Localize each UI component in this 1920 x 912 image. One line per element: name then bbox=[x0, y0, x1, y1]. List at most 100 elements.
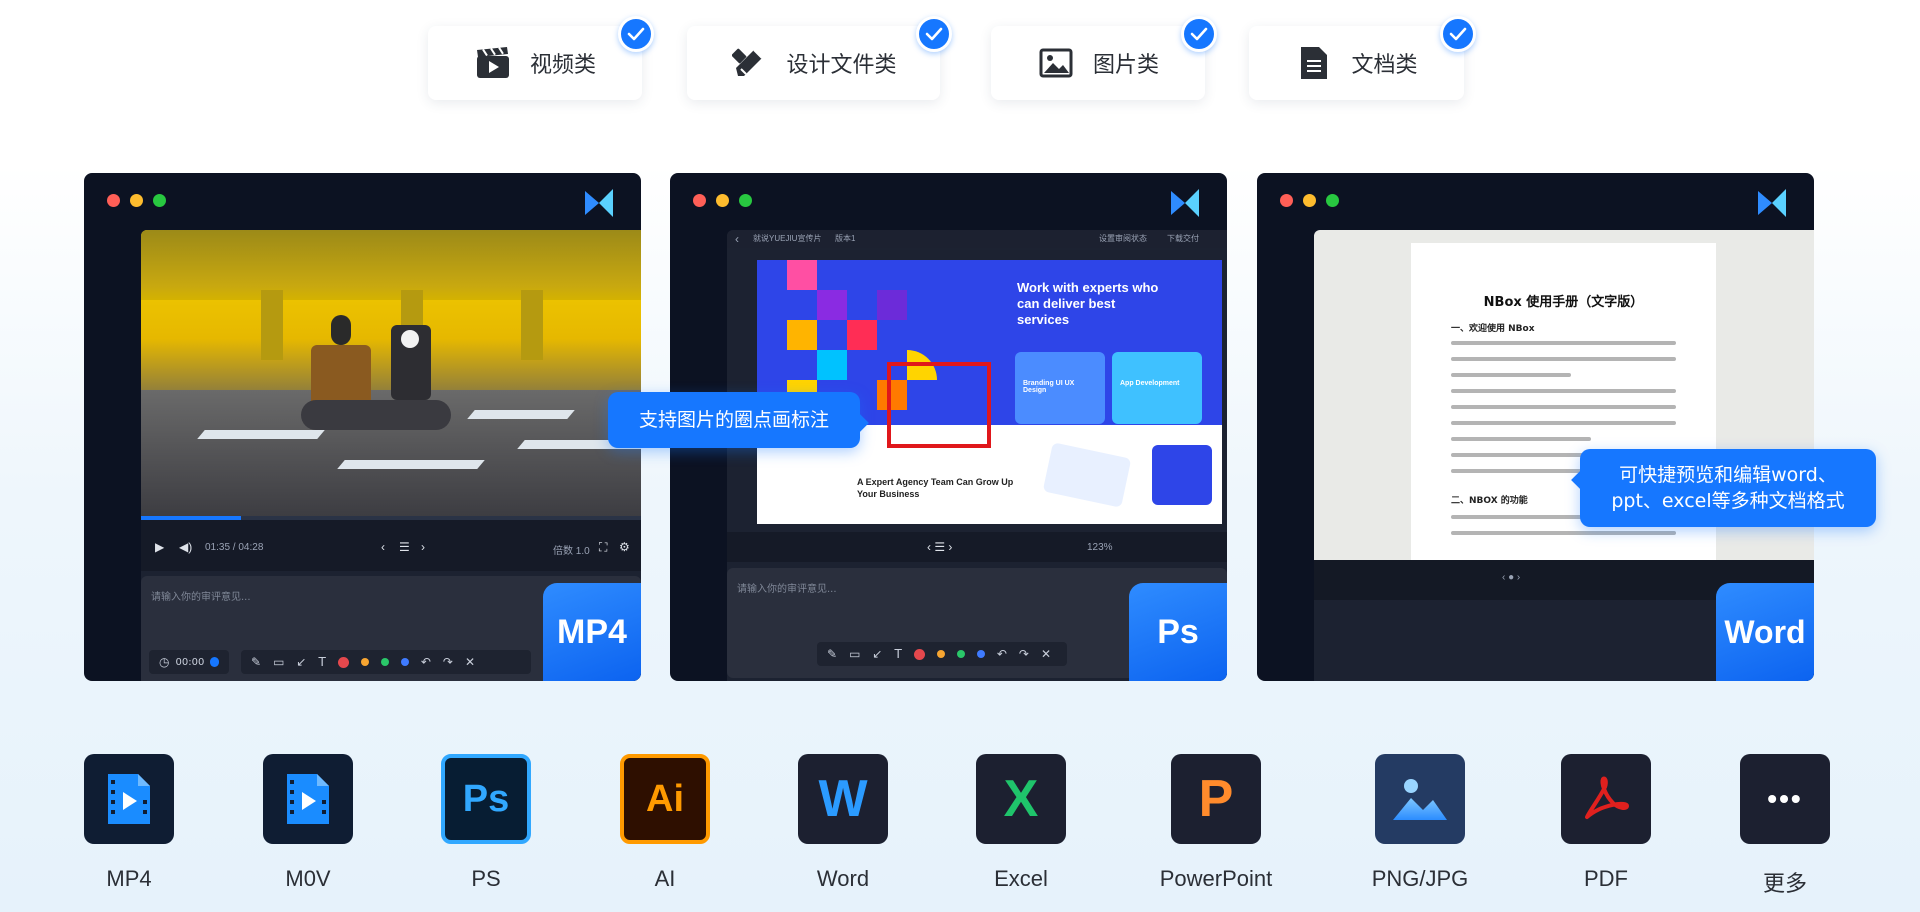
arrow-icon[interactable]: ↙ bbox=[872, 647, 882, 661]
tab-design-files[interactable]: 设计文件类 bbox=[687, 16, 952, 100]
app-logo-icon bbox=[1171, 189, 1199, 217]
mov-file-icon bbox=[263, 754, 353, 844]
undo-icon[interactable]: ↶ bbox=[997, 647, 1007, 661]
color-red[interactable] bbox=[337, 656, 349, 668]
window-controls bbox=[1280, 194, 1339, 207]
format-excel[interactable]: X Excel bbox=[961, 754, 1081, 892]
tab-label: 设计文件类 bbox=[786, 53, 897, 78]
design-heading: Work with experts who can deliver best s… bbox=[1017, 280, 1159, 327]
pen-icon[interactable]: ✎ bbox=[251, 655, 261, 669]
redo-icon[interactable]: ↷ bbox=[443, 655, 453, 669]
window-controls bbox=[693, 194, 752, 207]
comment-input[interactable]: 请输入你的审评意见... bbox=[151, 588, 251, 603]
download-button[interactable]: 下载交付 bbox=[1167, 233, 1199, 244]
more-icon: ••• bbox=[1740, 754, 1830, 844]
maximize-dot[interactable] bbox=[1326, 194, 1339, 207]
format-ai[interactable]: Ai AI bbox=[605, 754, 725, 892]
annotation-rectangle[interactable] bbox=[887, 362, 991, 448]
clock-icon: ◷ bbox=[159, 655, 170, 669]
color-orange[interactable] bbox=[936, 650, 945, 658]
maximize-dot[interactable] bbox=[739, 194, 752, 207]
prev-icon[interactable]: ‹ bbox=[381, 540, 385, 554]
volume-icon[interactable]: ◀) bbox=[179, 540, 192, 554]
color-blue[interactable] bbox=[976, 650, 985, 658]
checkmark-icon bbox=[1440, 16, 1476, 52]
timestamp-toggle[interactable]: ◷ 00:00 bbox=[149, 650, 229, 674]
play-icon[interactable]: ▶ bbox=[155, 540, 164, 554]
clapperboard-icon bbox=[474, 44, 512, 82]
close-dot[interactable] bbox=[693, 194, 706, 207]
tab-documents[interactable]: 文档类 bbox=[1249, 16, 1476, 100]
image-file-icon bbox=[1375, 754, 1465, 844]
minimize-dot[interactable] bbox=[716, 194, 729, 207]
video-frame[interactable] bbox=[141, 230, 641, 516]
color-green[interactable] bbox=[380, 658, 389, 666]
checkmark-icon bbox=[916, 16, 952, 52]
rectangle-icon[interactable]: ▭ bbox=[273, 655, 284, 669]
clear-icon[interactable]: ✕ bbox=[1041, 647, 1051, 661]
color-red[interactable] bbox=[913, 648, 925, 660]
pen-icon[interactable]: ✎ bbox=[827, 647, 837, 661]
card-branding: Branding UI UX Design bbox=[1023, 380, 1075, 394]
list-icon[interactable]: ☰ bbox=[399, 540, 410, 554]
format-png-jpg[interactable]: PNG/JPG bbox=[1360, 754, 1480, 892]
color-green[interactable] bbox=[956, 650, 965, 658]
maximize-dot[interactable] bbox=[153, 194, 166, 207]
format-label: M0V bbox=[285, 866, 331, 891]
format-label: AI bbox=[654, 866, 676, 891]
powerpoint-icon: P bbox=[1171, 754, 1261, 844]
word-icon: W bbox=[798, 754, 888, 844]
playback-speed[interactable]: 倍数 1.0 bbox=[553, 542, 590, 557]
image-icon bbox=[1037, 44, 1075, 82]
video-time: 01:35 / 04:28 bbox=[205, 542, 264, 553]
color-blue[interactable] bbox=[400, 658, 409, 666]
text-icon[interactable]: T bbox=[318, 655, 325, 669]
undo-icon[interactable]: ↶ bbox=[421, 655, 431, 669]
toggle-switch[interactable] bbox=[210, 657, 219, 667]
app-logo-icon bbox=[585, 189, 613, 217]
design-subheading: A Expert Agency Team Can Grow Up Your Bu… bbox=[857, 477, 1014, 499]
clear-icon[interactable]: ✕ bbox=[465, 655, 475, 669]
prev-icon[interactable]: ‹ ☰ › bbox=[927, 540, 952, 554]
settings-icon[interactable]: ⚙ bbox=[619, 540, 630, 554]
format-badge-ps: Ps bbox=[1129, 583, 1227, 681]
fullscreen-icon[interactable]: ⛶ bbox=[599, 540, 607, 555]
comment-input[interactable]: 请输入你的审评意见... bbox=[737, 580, 837, 595]
version-select[interactable]: 版本1 bbox=[835, 233, 855, 244]
close-dot[interactable] bbox=[1280, 194, 1293, 207]
back-icon[interactable]: ‹ bbox=[735, 232, 739, 246]
redo-icon[interactable]: ↷ bbox=[1019, 647, 1029, 661]
video-progress-bar[interactable] bbox=[141, 516, 641, 520]
format-label: Excel bbox=[994, 866, 1048, 891]
format-pdf[interactable]: PDF bbox=[1546, 754, 1666, 892]
page-nav-icon[interactable]: ‹ ● › bbox=[1502, 572, 1520, 583]
format-label: MP4 bbox=[106, 866, 152, 891]
tab-video[interactable]: 视频类 bbox=[428, 16, 654, 100]
minimize-dot[interactable] bbox=[130, 194, 143, 207]
close-dot[interactable] bbox=[107, 194, 120, 207]
card-app: App Development bbox=[1120, 380, 1180, 387]
arrow-icon[interactable]: ↙ bbox=[296, 655, 306, 669]
format-ps[interactable]: Ps PS bbox=[426, 754, 546, 892]
review-status-select[interactable]: 设置审阅状态 bbox=[1099, 233, 1147, 244]
format-mp4[interactable]: MP4 bbox=[69, 754, 189, 892]
color-orange[interactable] bbox=[360, 658, 369, 666]
document-title: NBox 使用手册（文字版） bbox=[1483, 295, 1644, 310]
format-label: Word bbox=[816, 866, 870, 891]
format-label: PS bbox=[471, 866, 501, 891]
next-icon[interactable]: › bbox=[421, 540, 425, 554]
minimize-dot[interactable] bbox=[1303, 194, 1316, 207]
zoom-level[interactable]: 123% bbox=[1087, 542, 1113, 553]
tab-images[interactable]: 图片类 bbox=[991, 16, 1217, 100]
rectangle-icon[interactable]: ▭ bbox=[849, 647, 860, 661]
video-preview-window: ▶ ◀) 01:35 / 04:28 ‹ ☰ › 倍数 1.0 ⛶ ⚙ 请输入你… bbox=[84, 173, 641, 681]
format-mov[interactable]: M0V bbox=[248, 754, 368, 892]
excel-icon: X bbox=[976, 754, 1066, 844]
document-section: 一、欢迎使用 NBox bbox=[1451, 324, 1535, 334]
illustrator-icon: Ai bbox=[620, 754, 710, 844]
format-more[interactable]: ••• 更多 bbox=[1725, 754, 1845, 898]
text-icon[interactable]: T bbox=[894, 647, 901, 661]
breadcrumb: 就说YUEJIU宣传片 bbox=[753, 234, 822, 243]
format-powerpoint[interactable]: P PowerPoint bbox=[1156, 754, 1276, 892]
format-word[interactable]: W Word bbox=[783, 754, 903, 892]
